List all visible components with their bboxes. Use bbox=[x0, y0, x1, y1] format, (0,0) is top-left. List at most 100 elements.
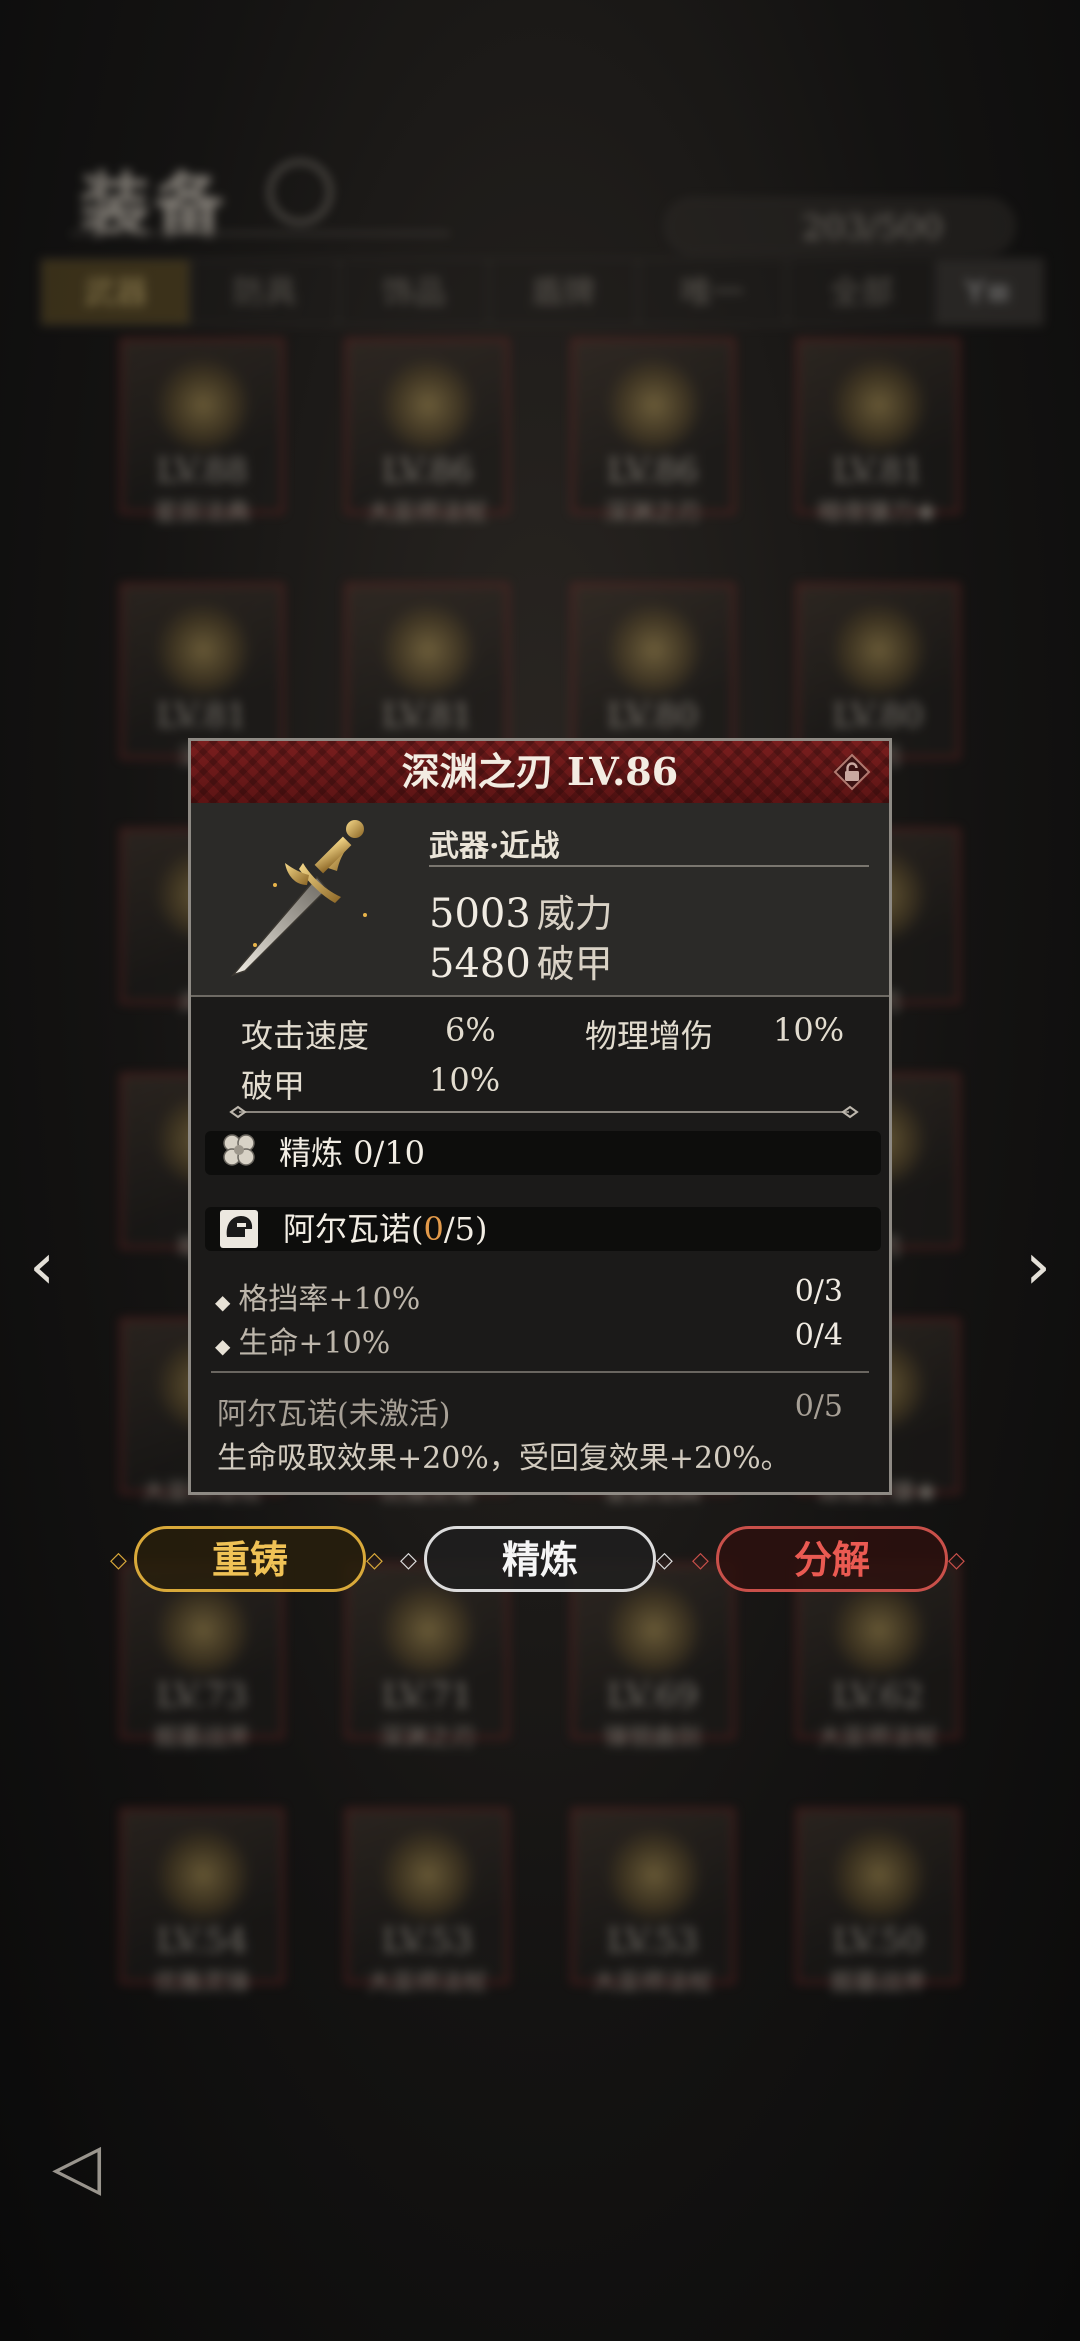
search-icon[interactable] bbox=[268, 160, 332, 224]
filter-icon[interactable]: Y≡ bbox=[937, 260, 1043, 324]
set-divider bbox=[211, 1371, 869, 1373]
equipment-slot[interactable]: LV.81 bbox=[345, 583, 510, 759]
set-name-prefix: 阿尔瓦诺( bbox=[283, 1210, 424, 1248]
slot-name: 大巫师法杖 bbox=[367, 1968, 488, 1996]
weapon-thumbnail-icon bbox=[378, 600, 479, 700]
item-summary: 武器·近战 5003 威力 5480 破甲 bbox=[191, 803, 889, 997]
slot-name: 大巫师法杖 bbox=[367, 498, 488, 526]
set-name: 阿尔瓦诺(0/5) bbox=[283, 1207, 487, 1251]
slot-level: LV.53 bbox=[381, 1921, 473, 1961]
equipment-slot[interactable]: LV.53 大巫师法杖 bbox=[570, 1808, 735, 1996]
slot-level: LV.54 bbox=[156, 1921, 248, 1961]
popup-header: 深渊之刃 LV.86 bbox=[191, 741, 889, 805]
ornament-diamond-icon: ◇ bbox=[110, 1548, 127, 1573]
ornament-diamond-icon: ◇ bbox=[948, 1548, 965, 1573]
slot-level: LV.50 bbox=[832, 1921, 924, 1961]
slot-level: LV.86 bbox=[381, 451, 473, 491]
grid-row: LV.88 星辰法典 LV.86 大巫师法杖 LV.86 深渊之刃 LV.81 暗夜镰刀★ bbox=[120, 338, 960, 583]
equipment-slot[interactable]: LV.88 星辰法典 bbox=[120, 338, 284, 526]
slot-level: LV.80 bbox=[832, 696, 924, 736]
tab-weapons[interactable]: 武器 bbox=[42, 260, 192, 324]
weapon-thumbnail-icon bbox=[378, 355, 479, 455]
grid-row: LV.73 掘墓战斧 LV.71 深渊之刃 LV.69 锋锐曲剑 LV.62 大巫师法杖 bbox=[120, 1563, 960, 1808]
slot-level: LV.62 bbox=[832, 1676, 924, 1716]
set-bonus-label: 生命+10% bbox=[238, 1326, 391, 1361]
next-item-arrow-icon[interactable]: › bbox=[1014, 1232, 1062, 1302]
ornament-divider bbox=[229, 1105, 859, 1119]
equipment-slot[interactable]: LV.86 大巫师法杖 bbox=[345, 338, 510, 526]
grid-row: LV.54 优雅灵锋 LV.53 大巫师法杖 LV.53 大巫师法杖 LV.50 掘墓战斧 bbox=[120, 1808, 960, 2053]
slot-level: LV.69 bbox=[607, 1676, 699, 1716]
weapon-thumbnail-icon bbox=[603, 600, 704, 700]
item-title: 深渊之刃 LV.86 bbox=[401, 749, 679, 794]
slot-level: LV.86 bbox=[607, 451, 699, 491]
attack-speed-label: 攻击速度 bbox=[241, 1017, 370, 1055]
ornament-diamond-icon: ◇ bbox=[400, 1548, 417, 1573]
slot-name: 深渊之刃 bbox=[604, 498, 701, 526]
equipment-slot[interactable]: LV.53 大巫师法杖 bbox=[345, 1808, 510, 1996]
equipment-slot[interactable]: LV.80斗弓 bbox=[795, 583, 960, 771]
set-name-suffix: /5) bbox=[443, 1210, 488, 1248]
slot-name: 大巫师法杖 bbox=[817, 1723, 938, 1751]
slot-name: 掘墓战斧 bbox=[154, 1723, 250, 1751]
reforge-button[interactable]: 重铸 bbox=[134, 1526, 366, 1592]
ornament-diamond-icon: ◇ bbox=[656, 1548, 673, 1573]
power-label: 威力 bbox=[536, 892, 613, 936]
weapon-thumbnail-icon bbox=[378, 1825, 479, 1925]
armor-pierce-label: 破甲 bbox=[536, 942, 613, 986]
title-underline bbox=[70, 232, 450, 235]
slot-level: LV.53 bbox=[607, 1921, 699, 1961]
refine-gem-icon bbox=[223, 1134, 255, 1166]
tab-accessories[interactable]: 饰品 bbox=[340, 260, 490, 324]
set-effect-text: 生命吸取效果+20%，受回复效果+20%。 bbox=[217, 1441, 791, 1476]
tab-shields[interactable]: 盾牌 bbox=[490, 260, 639, 324]
refine-button[interactable]: 精炼 bbox=[424, 1526, 656, 1592]
slot-level: LV.81 bbox=[381, 696, 473, 736]
dismantle-button[interactable]: 分解 bbox=[716, 1526, 948, 1592]
item-detail-popup: 深渊之刃 LV.86 武器·近战 5003 威力 5480 破甲 攻击速度 6%… bbox=[188, 738, 892, 1495]
equipment-slot[interactable]: LV.81深渊 bbox=[120, 583, 284, 771]
set-bonus-life: ◆ 生命+10% bbox=[215, 1318, 390, 1362]
weapon-thumbnail-icon bbox=[153, 355, 253, 455]
set-bonus-progress: 0/3 bbox=[794, 1274, 843, 1309]
dagger-icon bbox=[230, 820, 367, 977]
bullet-diamond-icon: ◆ bbox=[215, 1290, 231, 1314]
equipment-slot[interactable]: LV.50 掘墓战斧 bbox=[795, 1808, 960, 1996]
set-bonus-block: ◆ 格挡率+10% bbox=[215, 1274, 420, 1318]
slot-level: LV.80 bbox=[607, 696, 699, 736]
ornament-diamond-icon: ◇ bbox=[692, 1548, 709, 1573]
category-tabs: 武器 防具 饰品 盾牌 唯一 全部 Y≡ bbox=[40, 258, 1044, 326]
equipment-slot[interactable]: LV.86 深渊之刃 bbox=[570, 338, 735, 526]
weapon-thumbnail-icon bbox=[378, 1580, 479, 1680]
item-type: 武器·近战 bbox=[429, 829, 560, 864]
armor-pierce-stat: 5480 破甲 bbox=[429, 933, 613, 988]
weapon-thumbnail-icon bbox=[603, 1825, 704, 1925]
attack-speed-value: 6% bbox=[445, 1011, 496, 1049]
back-icon[interactable]: ◁ bbox=[52, 2130, 142, 2210]
power-value: 5003 bbox=[429, 891, 531, 937]
armor-pierce-value: 5480 bbox=[429, 941, 531, 987]
weapon-thumbnail-icon bbox=[828, 600, 929, 700]
phys-dmg-value: 10% bbox=[773, 1011, 845, 1049]
set-bonus-progress: 0/4 bbox=[794, 1318, 843, 1353]
ornament-diamond-icon: ◇ bbox=[366, 1548, 383, 1573]
slot-name: 优雅灵锋 bbox=[154, 1968, 250, 1996]
set-inactive-title: 阿尔瓦诺(未激活) bbox=[217, 1397, 451, 1432]
bullet-diamond-icon: ◆ bbox=[215, 1334, 231, 1358]
lock-icon[interactable] bbox=[833, 753, 871, 791]
slot-name: 星辰法典 bbox=[154, 498, 250, 526]
equipment-slot[interactable]: LV.80 bbox=[570, 583, 735, 759]
set-current-count: 0 bbox=[423, 1210, 444, 1248]
equipment-slot[interactable]: LV.54 优雅灵锋 bbox=[120, 1808, 284, 1996]
slot-level: LV.73 bbox=[156, 1676, 248, 1716]
previous-item-arrow-icon[interactable]: ‹ bbox=[18, 1232, 66, 1302]
tab-all[interactable]: 全部 bbox=[788, 260, 938, 324]
weapon-thumbnail-icon bbox=[828, 1825, 929, 1925]
tab-unique[interactable]: 唯一 bbox=[639, 260, 788, 324]
weapon-thumbnail-icon bbox=[828, 1580, 929, 1680]
equipment-slot[interactable]: LV.81 暗夜镰刀★ bbox=[795, 338, 960, 526]
inventory-count: 203/500 bbox=[665, 198, 1015, 254]
tab-armor[interactable]: 防具 bbox=[191, 260, 341, 324]
weapon-thumbnail-icon bbox=[828, 355, 929, 455]
slot-level: LV.81 bbox=[832, 451, 924, 491]
